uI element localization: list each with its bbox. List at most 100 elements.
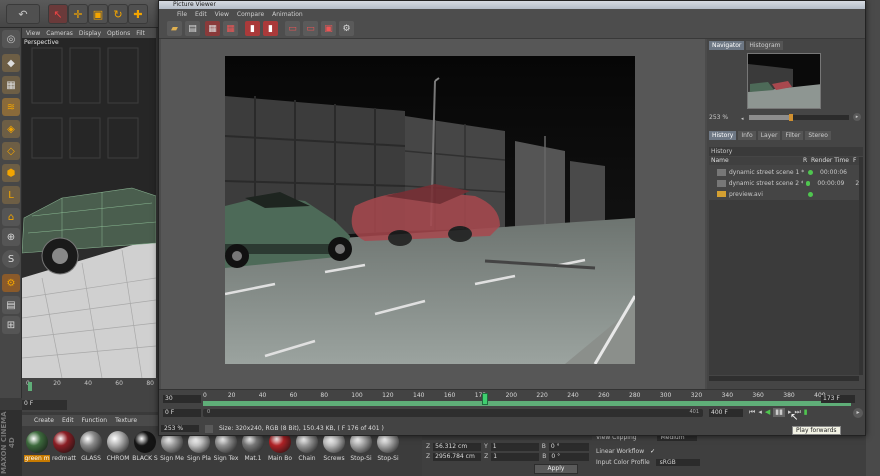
zoom-out-icon[interactable]: ◂ (741, 116, 744, 122)
play-forwards-button[interactable]: ▮▮ (773, 408, 785, 417)
lock-workplane-button[interactable]: ⊞ (2, 316, 20, 334)
material-menu-create[interactable]: Create (34, 417, 54, 424)
viewport-menu-cameras[interactable]: Cameras (46, 30, 73, 37)
input-color-profile-select[interactable]: sRGB (655, 459, 700, 466)
pv-menu-edit[interactable]: Edit (195, 11, 207, 18)
picture-viewer-menubar: File Edit View Compare Animation (159, 9, 865, 19)
go-to-start-icon[interactable]: ⏮ (749, 408, 755, 417)
pv-menu-compare[interactable]: Compare (237, 11, 264, 18)
position-field[interactable]: 2956.784 cm (433, 452, 482, 461)
material-menu-texture[interactable]: Texture (115, 417, 137, 424)
apply-button[interactable]: Apply (534, 464, 578, 474)
texture-mode-button[interactable]: ▦ (2, 76, 20, 94)
grid-button[interactable]: ▤ (2, 296, 20, 314)
history-col-name[interactable]: Name (711, 157, 803, 165)
material-swatch[interactable] (80, 431, 102, 453)
history-row[interactable]: dynamic street scene 1 * 00:00:06 0 (709, 167, 863, 177)
history-row[interactable]: preview.avi (709, 189, 863, 199)
polygon-mode-button[interactable]: ⬢ (2, 164, 20, 182)
tab-layer[interactable]: Layer (757, 131, 781, 140)
material-swatch[interactable] (53, 431, 75, 453)
zoom-slider-handle[interactable] (789, 114, 793, 121)
history-col-r[interactable]: R (803, 157, 811, 165)
fit-button[interactable]: ▣ (321, 21, 336, 36)
scale-field[interactable]: 1 (490, 442, 539, 451)
timeline-start-frame-field[interactable]: 0 F (163, 409, 201, 417)
tab-navigator[interactable]: Navigator (709, 41, 745, 50)
c4d-playhead[interactable] (28, 382, 32, 391)
material-menu-edit[interactable]: Edit (62, 417, 74, 424)
tab-info[interactable]: Info (738, 131, 756, 140)
delete-all-button[interactable]: ▮ (263, 21, 278, 36)
tab-histogram[interactable]: Histogram (746, 41, 784, 50)
tab-filter[interactable]: Filter (782, 131, 804, 140)
model-mode-button[interactable]: ◆ (2, 54, 20, 72)
loop-icon[interactable]: ▮ (804, 408, 808, 417)
point-mode-button[interactable]: ◈ (2, 120, 20, 138)
edge-mode-button[interactable]: ◇ (2, 142, 20, 160)
perspective-viewport[interactable]: Perspective (22, 38, 156, 378)
viewport-menu-view[interactable]: View (26, 30, 40, 37)
open-file-button[interactable]: ▰ (167, 21, 182, 36)
picture-viewer-canvas[interactable] (161, 39, 705, 389)
compare-b-button[interactable]: ▭ (303, 21, 318, 36)
c4d-frame-field[interactable]: 0 F (22, 400, 67, 410)
navigator-thumbnail[interactable] (747, 53, 821, 109)
delete-button[interactable]: ▮ (245, 21, 260, 36)
history-hscrollbar[interactable] (709, 376, 859, 381)
linear-workflow-checkbox[interactable]: ✓ (650, 448, 655, 455)
snap-button[interactable]: ⊕ (2, 228, 20, 246)
settings-button[interactable]: ⚙ (339, 21, 354, 36)
timeline-playhead[interactable] (481, 393, 488, 405)
tab-history[interactable]: History (709, 131, 737, 140)
zoom-dropdown-icon[interactable] (205, 424, 213, 433)
timeline-options-icon[interactable]: ▸ (853, 408, 863, 418)
sculpt-button[interactable]: S (2, 250, 20, 268)
undo-button[interactable]: ↶ (6, 4, 40, 24)
material-name: CHROM (106, 455, 130, 462)
timeline-end-frame-field[interactable]: 400 F (709, 409, 743, 417)
select-tool-button[interactable]: ↖ (48, 4, 68, 24)
timeline-fps-field[interactable]: 30 (163, 395, 201, 403)
pv-menu-file[interactable]: File (177, 11, 187, 18)
rotate-tool-button[interactable]: ↻ (108, 4, 128, 24)
axis-mode-button[interactable]: L (2, 186, 20, 204)
history-row[interactable]: dynamic street scene 2 * 00:00:09 20 (709, 178, 863, 188)
move-tool-button[interactable]: ✛ (68, 4, 88, 24)
material-swatch[interactable] (26, 431, 48, 453)
history-col-render-time[interactable]: Render Time (811, 157, 853, 165)
material-swatch[interactable] (134, 431, 156, 453)
viewport-menu-display[interactable]: Display (79, 30, 101, 37)
timeline-track[interactable] (203, 401, 851, 406)
rotation-field[interactable]: 0 ° (549, 452, 590, 461)
play-backwards-icon[interactable]: ◀ (765, 408, 770, 417)
history-col-f[interactable]: F (853, 157, 856, 165)
stop-render-button[interactable]: ▦ (205, 21, 220, 36)
zoom-in-icon[interactable]: ▸ (853, 113, 861, 121)
add-tool-button[interactable]: ✚ (128, 4, 148, 24)
timeline-range-scrubber[interactable]: 0 401 (203, 409, 703, 417)
material-menu-function[interactable]: Function (82, 417, 108, 424)
scale-tool-button[interactable]: ▣ (88, 4, 108, 24)
tweak-mode-button[interactable]: ⌂ (2, 208, 20, 226)
rotation-field[interactable]: 0 ° (548, 442, 589, 451)
timeline-current-frame-field[interactable]: 173 F (821, 395, 855, 403)
previous-frame-icon[interactable]: ◂ (758, 408, 762, 417)
tab-stereo[interactable]: Stereo (805, 131, 831, 140)
pv-menu-animation[interactable]: Animation (272, 11, 303, 18)
viewport-menu-options[interactable]: Options (107, 30, 130, 37)
viewport-menu-filter[interactable]: Filt (136, 30, 145, 37)
status-zoom[interactable]: 253 % (161, 425, 199, 432)
position-field[interactable]: 56.312 cm (433, 442, 482, 451)
lock-button[interactable]: ⚙ (2, 274, 20, 292)
save-button[interactable]: ▤ (185, 21, 200, 36)
compare-a-button[interactable]: ▭ (285, 21, 300, 36)
render-region-button[interactable]: ▦ (223, 21, 238, 36)
history-scrollbar[interactable] (859, 157, 863, 375)
pv-menu-view[interactable]: View (215, 11, 229, 18)
points-icon: ◈ (7, 123, 15, 135)
viewport-solo-button[interactable]: ◎ (2, 30, 20, 48)
material-swatch[interactable] (107, 431, 129, 453)
scale-field[interactable]: 1 (491, 452, 540, 461)
workplane-button[interactable]: ≋ (2, 98, 20, 116)
